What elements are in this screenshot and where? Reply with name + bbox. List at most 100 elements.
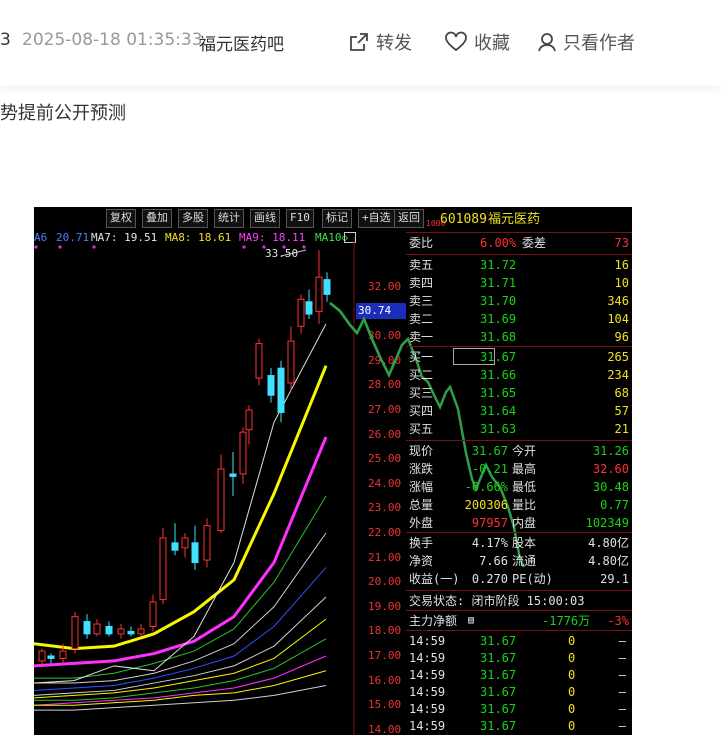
- moving-average-line: [34, 495, 327, 679]
- candlestick: [305, 301, 313, 315]
- candlestick: [277, 367, 285, 413]
- price-axis-label: 15.00: [368, 698, 402, 712]
- quote-stat-row: 总量 200306 量比 0.77: [409, 498, 629, 512]
- price-axis-label: 30.00: [368, 329, 402, 343]
- quote-stat-row: 收益(一) 0.270 PE(动) 29.1: [409, 572, 629, 586]
- tick-row: 14:59 31.67 0–: [409, 685, 626, 699]
- forum-link[interactable]: 福元医药吧: [199, 30, 284, 55]
- order-ratio-row: 委比 6.00% 委差 73: [409, 236, 629, 250]
- share-button[interactable]: 转发: [348, 29, 412, 55]
- quote-stat-row: 涨跌 -0.21 最高 32.60: [409, 462, 629, 476]
- author-only-button[interactable]: 只看作者: [537, 29, 635, 55]
- marker-dot: [92, 245, 96, 249]
- price-axis-label: 29.00: [368, 353, 402, 367]
- quote-stat-row: 外盘 97957 内盘 102349: [409, 516, 629, 530]
- bid-row: 买四 31.64 57: [409, 404, 629, 418]
- candlestick: [191, 542, 199, 564]
- price-axis-label: 16.00: [368, 673, 402, 687]
- price-axis-label: 17.00: [368, 649, 402, 662]
- tick-row: 14:59 31.67 0–: [409, 719, 626, 733]
- post-header-bar: 3 2025-08-18 01:35:33 福元医药吧 转发 收藏 只看作者: [0, 0, 721, 86]
- candlestick: [245, 409, 253, 431]
- candlestick: [137, 628, 145, 635]
- favorite-label: 收藏: [474, 33, 510, 54]
- tick-row: 14:59 31.67 0–: [409, 634, 626, 648]
- quote-stat-row: 涨幅 -0.66% 最低 30.48: [409, 480, 629, 494]
- bid-row: 买五 31.63 21: [409, 422, 629, 436]
- stock-title: 1000 601089 福元医药: [426, 212, 541, 228]
- candlestick: [217, 468, 225, 532]
- price-axis-label: 14.00: [368, 722, 402, 735]
- post-text: 势提前公开预测: [0, 103, 126, 124]
- ask-row: 卖四 31.71 10: [409, 276, 629, 290]
- price-axis-label: 19.00: [368, 599, 402, 613]
- candlestick-chart: [34, 237, 406, 735]
- trade-status: 交易状态: 闭市阶段 15:00:03: [409, 594, 585, 608]
- ask-row: 卖一 31.68 96: [409, 330, 629, 344]
- marker-dot: [34, 245, 38, 249]
- marker-dot: [242, 245, 246, 249]
- candlestick: [149, 601, 157, 627]
- marker-dot: [58, 245, 62, 249]
- marker-dot: [302, 245, 306, 249]
- current-price-flag: 30.74: [356, 303, 406, 319]
- candlestick: [297, 298, 305, 327]
- heart-icon: [445, 31, 467, 52]
- quote-panel: 1000 601089 福元医药 委比 6.00% 委差 73 卖五 31.72 1…: [406, 207, 632, 735]
- stock-chart-screenshot: 复权 叠加 多股 统计 画线 F10 标记 +自选 返回 A6 20.71 MA7: 19.51 MA…: [34, 207, 632, 735]
- tick-row: 14:59 31.67 0–: [409, 702, 626, 716]
- price-axis-label: 23.00: [368, 501, 402, 515]
- candlestick: [93, 623, 101, 635]
- price-axis-label: 25.00: [368, 452, 402, 466]
- candlestick: [47, 655, 55, 659]
- favorite-button[interactable]: 收藏: [444, 29, 510, 55]
- candlestick: [38, 650, 46, 662]
- price-axis-label: 21.00: [368, 550, 402, 564]
- tick-row: 14:59 31.67 0–: [409, 668, 626, 682]
- moving-average-line: [34, 532, 327, 684]
- share-icon: [350, 33, 368, 51]
- main-flow-row: 主力净额 ▤ -1776万 -3%: [409, 614, 629, 628]
- tick-row: 14:59 31.67 0–: [409, 651, 626, 665]
- candlestick: [229, 473, 237, 477]
- candlestick: [105, 625, 113, 635]
- candlestick: [287, 340, 295, 384]
- ask-row: 卖五 31.72 16: [409, 258, 629, 272]
- candlestick: [239, 431, 247, 475]
- price-axis-label: 20.00: [368, 575, 402, 589]
- post-timestamp: 2025-08-18 01:35:33: [22, 30, 203, 50]
- price-axis-label: 22.00: [368, 526, 402, 539]
- candlestick: [71, 616, 79, 650]
- author-only-label: 只看作者: [563, 33, 635, 54]
- candlestick: [203, 525, 211, 561]
- share-label: 转发: [376, 33, 412, 54]
- ask-row: 卖三 31.70 346: [409, 294, 629, 308]
- candlestick: [117, 628, 125, 635]
- user-icon: [538, 33, 556, 52]
- candlestick: [255, 343, 263, 379]
- price-axis-label: 26.00: [368, 427, 402, 441]
- candlestick: [315, 276, 323, 313]
- quote-stat-row: 现价 31.67 今开 31.26: [409, 444, 629, 458]
- price-axis-label: 32.00: [368, 280, 402, 293]
- price-axis-label: 28.00: [368, 378, 402, 392]
- price-axis-label: 24.00: [368, 476, 402, 490]
- candlestick: [323, 279, 331, 295]
- price-axis-label: 27.00: [368, 403, 402, 416]
- candlestick: [59, 650, 67, 659]
- bid-row: 买一 31.67 265: [409, 350, 629, 364]
- bid-row: 买二 31.66 234: [409, 368, 629, 382]
- ask-row: 卖二 31.69 104: [409, 312, 629, 326]
- candlestick: [171, 542, 179, 551]
- high-price-label: 33.50: [265, 247, 299, 260]
- candlestick: [181, 537, 189, 549]
- candlestick: [267, 375, 275, 396]
- bid-row: 买三 31.65 68: [409, 386, 629, 400]
- quote-stat-row: 净资 7.66 流通 4.80亿: [409, 554, 629, 568]
- price-axis-label: 18.00: [368, 624, 402, 638]
- candlestick: [159, 537, 167, 600]
- quote-stat-row: 换手 4.17% 股本 4.80亿: [409, 536, 629, 550]
- username-fragment[interactable]: 3: [0, 30, 11, 50]
- candlestick: [83, 621, 91, 635]
- candlestick: [127, 630, 135, 635]
